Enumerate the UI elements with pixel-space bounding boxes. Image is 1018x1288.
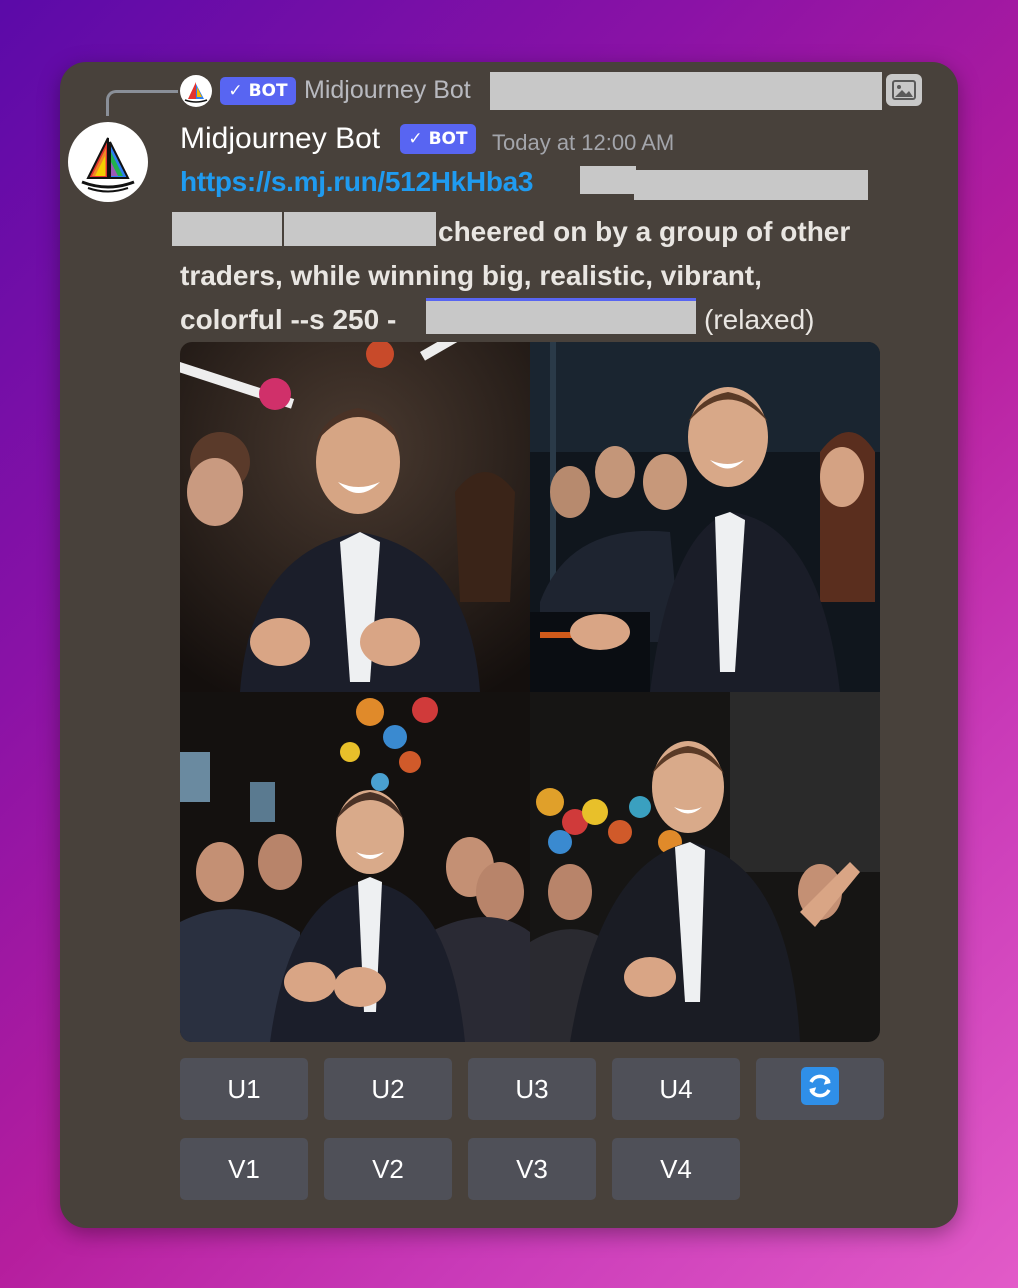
reply-connector	[106, 90, 178, 116]
image-2[interactable]	[530, 342, 880, 692]
variation-1-button[interactable]: V1	[180, 1138, 308, 1200]
redacted-link-a	[580, 166, 636, 194]
prompt-link[interactable]: https://s.mj.run/512HkHba3	[180, 166, 533, 198]
upscale-3-button[interactable]: U3	[468, 1058, 596, 1120]
image-3[interactable]	[180, 692, 530, 1042]
redacted-prompt-b	[284, 212, 436, 246]
upscale-1-button[interactable]: U1	[180, 1058, 308, 1120]
refresh-icon	[801, 1066, 839, 1112]
image-1[interactable]	[180, 342, 530, 692]
upscale-2-button[interactable]: U2	[324, 1058, 452, 1120]
prompt-line-3: colorful --s 250 -	[180, 298, 396, 342]
reply-author-name[interactable]: Midjourney Bot	[304, 76, 471, 105]
image-4[interactable]	[530, 692, 880, 1042]
image-icon[interactable]	[886, 74, 922, 106]
bot-tag: ✓ BOT	[400, 124, 476, 154]
reroll-button[interactable]	[756, 1058, 884, 1120]
bot-avatar[interactable]	[68, 122, 148, 202]
variation-3-button[interactable]: V3	[468, 1138, 596, 1200]
timestamp: Today at 12:00 AM	[492, 130, 675, 155]
prompt-line-2: traders, while winning big, realistic, v…	[180, 260, 762, 291]
redacted-link-b	[634, 170, 868, 200]
reply-bot-tag: ✓ BOT	[220, 77, 296, 105]
variation-4-button[interactable]: V4	[612, 1138, 740, 1200]
redacted-user-mention	[426, 298, 696, 334]
author-name[interactable]: Midjourney Bot	[180, 122, 380, 156]
prompt-line-3-text: colorful --s 250 -	[180, 304, 397, 335]
upscale-4-button[interactable]: U4	[612, 1058, 740, 1120]
variation-2-button[interactable]: V2	[324, 1138, 452, 1200]
message-card: ✓ BOT Midjourney Bot Midjourney Bot ✓ BO…	[60, 62, 958, 1228]
prompt-line-1: cheered on by a group of other	[438, 216, 851, 247]
redacted-prompt-a	[172, 212, 282, 246]
generated-image-grid[interactable]	[180, 342, 880, 1042]
reply-avatar[interactable]	[180, 75, 212, 107]
mode-label: (relaxed)	[704, 304, 815, 335]
redacted-reply-text	[490, 72, 882, 110]
